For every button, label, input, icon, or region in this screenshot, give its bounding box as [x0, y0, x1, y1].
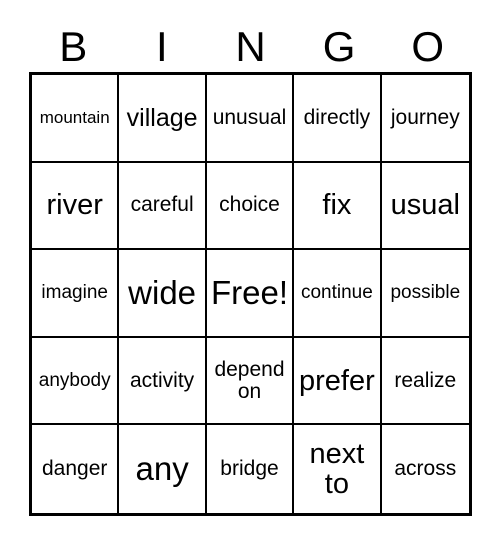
- bingo-free-space-label: Free!: [210, 273, 288, 311]
- bingo-cell-r2c3[interactable]: choice: [206, 162, 295, 251]
- bingo-cell-r1c5[interactable]: journey: [381, 75, 469, 163]
- bingo-cell-r2c5[interactable]: usual: [381, 162, 469, 251]
- bingo-cell-r3c2[interactable]: wide: [119, 250, 207, 338]
- bingo-cell-r5c3[interactable]: bridge: [206, 425, 295, 513]
- bingo-cell-label: journey: [390, 105, 460, 129]
- bingo-cell-label: unusual: [212, 105, 287, 129]
- bingo-cell-label: mountain: [39, 107, 110, 127]
- bingo-cell-label: village: [126, 103, 198, 132]
- bingo-cell-label: careful: [130, 193, 194, 217]
- bingo-cell-label: any: [135, 450, 189, 488]
- bingo-header-letter-b: B: [59, 23, 88, 70]
- bingo-cell-label: across: [394, 457, 457, 481]
- bingo-header-letter-o: O: [411, 23, 444, 70]
- bingo-cell-r4c2[interactable]: activity: [119, 337, 207, 426]
- bingo-cell-label: river: [46, 189, 103, 222]
- bingo-cell-label: wide: [128, 273, 197, 311]
- bingo-cell-r3c5[interactable]: possible: [381, 250, 469, 338]
- bingo-cell-label: directly: [303, 105, 371, 129]
- bingo-cell-r5c1[interactable]: danger: [32, 425, 120, 513]
- bingo-cell-r2c2[interactable]: careful: [119, 162, 207, 251]
- bingo-cell-r1c1[interactable]: mountain: [32, 75, 120, 163]
- bingo-cell-free-space[interactable]: Free!: [206, 250, 295, 338]
- bingo-cell-r3c4[interactable]: continue: [294, 250, 382, 338]
- bingo-cell-r5c2[interactable]: any: [119, 425, 207, 513]
- bingo-header-letter-n: N: [235, 23, 266, 70]
- bingo-cell-r4c5[interactable]: realize: [381, 337, 469, 426]
- bingo-cell-r4c1[interactable]: anybody: [32, 337, 120, 426]
- bingo-cell-r5c5[interactable]: across: [381, 425, 469, 513]
- bingo-header-letter-g: G: [322, 23, 356, 70]
- bingo-cell-label: depend on: [214, 357, 285, 403]
- bingo-cell-label: continue: [300, 282, 373, 304]
- bingo-cell-label: bridge: [220, 457, 279, 481]
- bingo-cell-r4c4[interactable]: prefer: [294, 337, 382, 426]
- bingo-cell-label: imagine: [41, 282, 108, 304]
- bingo-cell-label: choice: [219, 193, 280, 217]
- bingo-cell-r1c3[interactable]: unusual: [206, 75, 295, 163]
- bingo-cell-label: prefer: [299, 364, 375, 397]
- bingo-cell-r5c4[interactable]: next to: [294, 425, 382, 513]
- bingo-header-letter-i: I: [156, 23, 168, 70]
- bingo-cell-label: activity: [130, 368, 195, 392]
- bingo-cell-r1c2[interactable]: village: [119, 75, 207, 163]
- bingo-cell-r2c1[interactable]: river: [32, 162, 120, 251]
- bingo-cell-r3c1[interactable]: imagine: [32, 250, 120, 338]
- bingo-cell-label: anybody: [38, 369, 111, 391]
- bingo-cell-label: usual: [390, 189, 460, 222]
- bingo-cell-r2c4[interactable]: fix: [294, 162, 382, 251]
- bingo-cell-label: next to: [309, 438, 365, 501]
- bingo-header-row: B I N G O: [29, 22, 472, 72]
- bingo-cell-r4c3[interactable]: depend on: [206, 337, 295, 426]
- bingo-cell-label: possible: [390, 282, 461, 304]
- bingo-card: B I N G O mountain village unusual direc…: [0, 0, 501, 544]
- bingo-grid: mountain village unusual directly journe…: [29, 72, 472, 516]
- bingo-cell-r1c4[interactable]: directly: [294, 75, 382, 163]
- bingo-cell-label: danger: [42, 457, 108, 481]
- bingo-cell-label: realize: [394, 368, 457, 392]
- bingo-cell-label: fix: [322, 189, 352, 222]
